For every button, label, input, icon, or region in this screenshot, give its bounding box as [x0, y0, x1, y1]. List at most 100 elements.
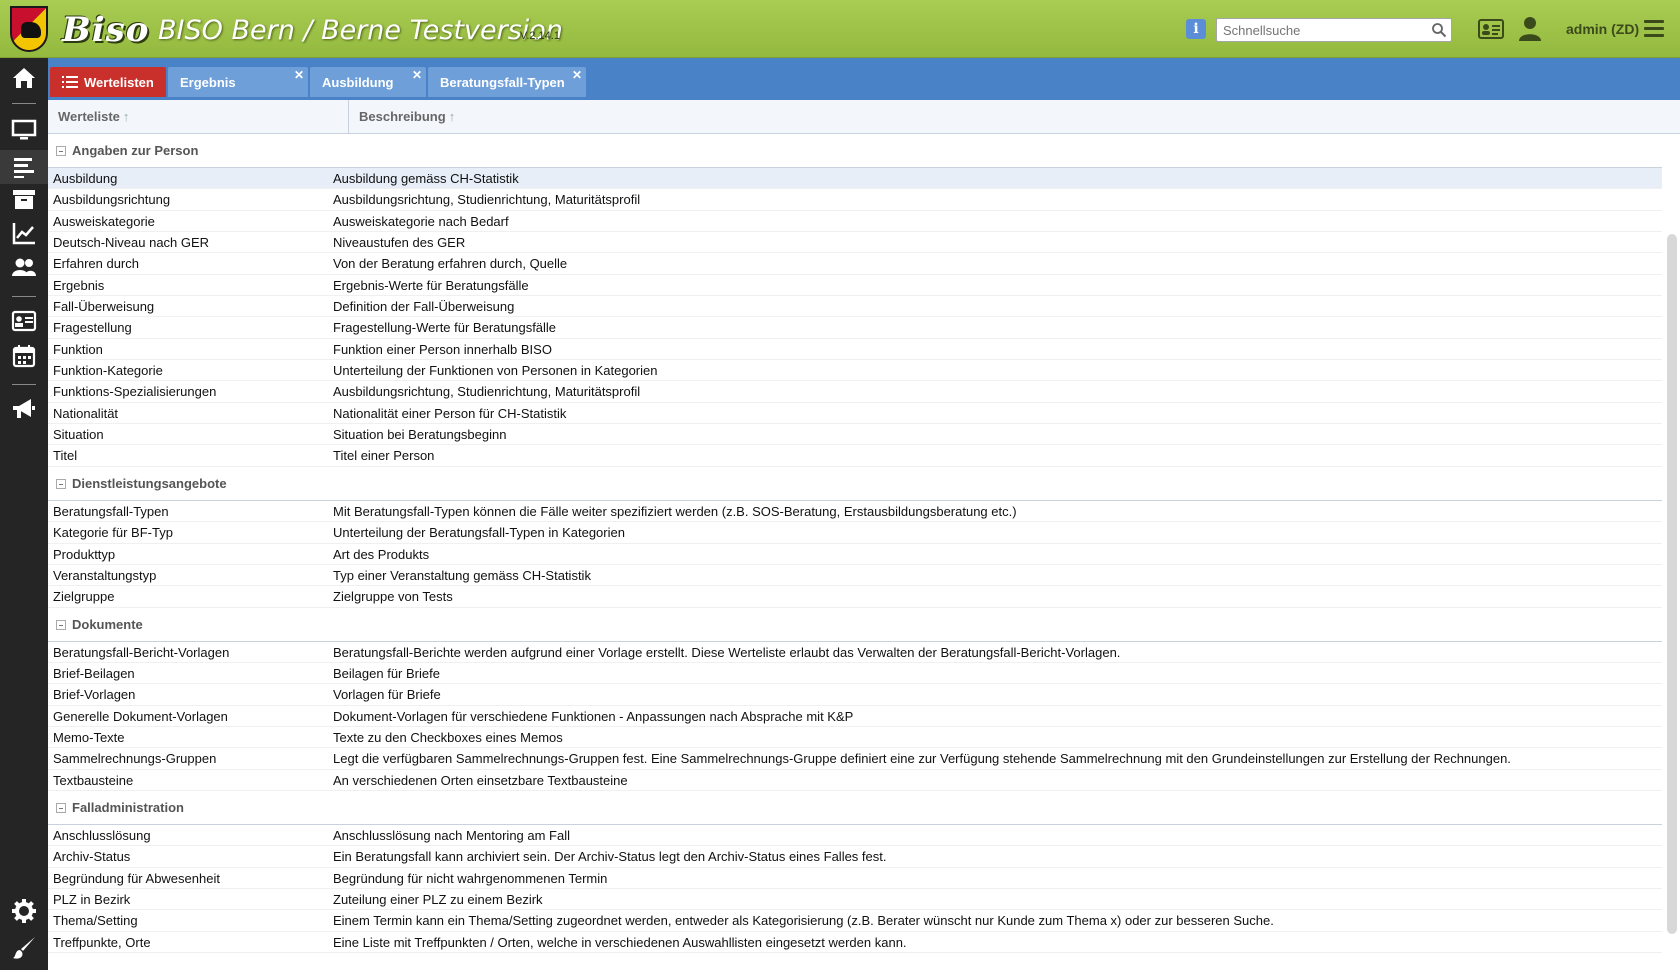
sidebar-item-settings[interactable] — [0, 894, 48, 928]
close-icon[interactable]: ✕ — [412, 68, 422, 82]
table-row[interactable]: Funktion Funktion einer Person innerhalb … — [48, 339, 1662, 361]
table-row[interactable]: Produkttyp Art des Produkts — [48, 544, 1662, 565]
table-row[interactable]: Treffpunkte, Orte Eine Liste mit Treffpun… — [48, 932, 1662, 953]
close-icon[interactable]: ✕ — [294, 68, 304, 82]
group-title: Dokumente — [72, 616, 143, 632]
grid-header: Werteliste ↑ Beschreibung ↑ — [48, 100, 1680, 134]
table-row[interactable]: Brief-Vorlagen Vorlagen für Briefe — [48, 684, 1662, 706]
table-row[interactable]: Ausweiskategorie Ausweiskategorie nach Be… — [48, 211, 1662, 233]
cell-werteliste: Produkttyp — [53, 546, 116, 562]
info-icon[interactable]: i — [1186, 19, 1206, 39]
table-row[interactable]: Sammelrechnungs-Gruppen Legt die verfügba… — [48, 748, 1662, 770]
archive-icon — [13, 190, 35, 209]
scrollbar[interactable] — [1667, 234, 1677, 934]
table-row[interactable]: Beratungsfall-Bericht-Vorlagen Beratungsf… — [48, 642, 1662, 663]
cell-beschreibung: Art des Produkts — [333, 546, 430, 562]
cell-werteliste: Kategorie für BF-Typ — [53, 525, 173, 541]
table-row[interactable]: PLZ in Bezirk Zuteilung einer PLZ zu eine… — [48, 889, 1662, 911]
table-row[interactable]: Funktions-Spezialisierungen Ausbildungsri… — [48, 381, 1662, 403]
cell-werteliste: PLZ in Bezirk — [53, 891, 131, 907]
sidebar-item-wertelisten[interactable] — [0, 150, 48, 184]
tab-ergebnis[interactable]: Ergebnis ✕ — [168, 67, 308, 97]
sidebar-item-desktop[interactable] — [0, 113, 48, 147]
group-header-row[interactable]: Falladministration — [48, 790, 1662, 825]
cell-werteliste: Generelle Dokument-Vorlagen — [53, 708, 228, 724]
table-row[interactable]: Ausbildung Ausbildung gemäss CH-Statistik — [48, 168, 1662, 190]
table-row[interactable]: Zielgruppe Zielgruppe von Tests — [48, 586, 1662, 608]
table-row[interactable]: Kategorie für BF-Typ Unterteilung der Ber… — [48, 522, 1662, 544]
group-header-row[interactable]: Angaben zur Person — [48, 134, 1662, 168]
quick-search[interactable] — [1216, 18, 1452, 42]
close-icon[interactable]: ✕ — [572, 68, 582, 82]
cell-werteliste: Titel — [53, 448, 78, 464]
table-row[interactable]: Fragestellung Fragestellung-Werte für Ber… — [48, 317, 1662, 339]
cell-beschreibung: Unterteilung der Beratungsfall-Typen in … — [333, 525, 625, 541]
table-row[interactable]: Generelle Dokument-Vorlagen Dokument-Vorl… — [48, 706, 1662, 727]
sidebar-item-announcements[interactable] — [0, 392, 48, 426]
table-row[interactable]: Textbausteine An verschiedenen Orten eins… — [48, 770, 1662, 791]
table-row[interactable]: Archiv-Status Ein Beratungsfall kann arch… — [48, 846, 1662, 868]
table-row[interactable]: Funktion-Kategorie Unterteilung der Funkt… — [48, 360, 1662, 382]
sidebar-item-design[interactable] — [0, 931, 48, 965]
cell-werteliste: Beratungsfall-Bericht-Vorlagen — [53, 644, 230, 660]
group-header-row[interactable]: Dienstleistungsangebote — [48, 466, 1662, 501]
table-row[interactable]: Deutsch-Niveau nach GER Niveaustufen des … — [48, 232, 1662, 254]
list-icon — [62, 76, 78, 88]
users-icon — [12, 258, 36, 276]
column-header-werteliste[interactable]: Werteliste ↑ — [48, 100, 348, 134]
table-row[interactable]: Thema/Setting Einem Termin kann ein Thema… — [48, 910, 1662, 932]
tab-label: Wertelisten — [84, 74, 154, 90]
cell-werteliste: Thema/Setting — [53, 913, 138, 929]
table-row[interactable]: Brief-Beilagen Beilagen für Briefe — [48, 663, 1662, 685]
table-row[interactable]: Anschlusslösung Anschlusslösung nach Ment… — [48, 825, 1662, 847]
table-row[interactable]: Ausbildungsrichtung Ausbildungsrichtung, … — [48, 189, 1662, 211]
sidebar-item-archive[interactable] — [0, 182, 48, 216]
collapse-icon[interactable] — [56, 146, 66, 156]
table-row[interactable]: Fall-Überweisung Definition der Fall-Über… — [48, 296, 1662, 318]
cell-beschreibung: Eine Liste mit Treffpunkten / Orten, wel… — [333, 934, 907, 950]
cell-werteliste: Brief-Vorlagen — [53, 687, 136, 703]
cell-werteliste: Fall-Überweisung — [53, 299, 155, 315]
user-label[interactable]: admin (ZD) — [1566, 21, 1639, 37]
table-row[interactable]: Veranstaltungstyp Typ einer Veranstaltung… — [48, 565, 1662, 587]
cell-werteliste: Ausbildung — [53, 171, 118, 186]
tab-beratungsfall-typen[interactable]: Beratungsfall-Typen ✕ — [428, 67, 586, 97]
cell-beschreibung: Situation bei Beratungsbeginn — [333, 427, 507, 443]
table-row[interactable]: Situation Situation bei Beratungsbeginn — [48, 424, 1662, 446]
table-row[interactable]: Memo-Texte Texte zu den Checkboxes eines … — [48, 727, 1662, 749]
cell-werteliste: Archiv-Status — [53, 849, 131, 865]
sidebar-item-calendar[interactable] — [0, 339, 48, 373]
cell-werteliste: Ergebnis — [53, 277, 105, 293]
cell-beschreibung: Unterteilung der Funktionen von Personen… — [333, 363, 658, 379]
cell-werteliste: Memo-Texte — [53, 729, 125, 745]
cell-werteliste: Begründung für Abwesenheit — [53, 870, 220, 886]
table-row[interactable]: Erfahren durch Von der Beratung erfahren … — [48, 253, 1662, 275]
column-header-beschreibung[interactable]: Beschreibung ↑ — [349, 100, 1249, 134]
tab-ausbildung[interactable]: Ausbildung ✕ — [310, 67, 426, 97]
collapse-icon[interactable] — [56, 619, 66, 630]
table-row[interactable]: Titel Titel einer Person — [48, 445, 1662, 467]
collapse-icon[interactable] — [56, 802, 66, 813]
sidebar-item-statistics[interactable] — [0, 216, 48, 250]
hamburger-menu-icon[interactable] — [1644, 19, 1664, 37]
user-icon[interactable] — [1518, 16, 1542, 42]
contact-card-icon[interactable] — [1478, 18, 1504, 40]
table-row[interactable]: Begründung für Abwesenheit Begründung für… — [48, 868, 1662, 889]
cell-werteliste: Erfahren durch — [53, 256, 139, 272]
search-input[interactable] — [1217, 19, 1417, 41]
cell-werteliste: Ausweiskategorie — [53, 213, 155, 229]
cell-werteliste: Funktions-Spezialisierungen — [53, 384, 217, 400]
sidebar-item-persons[interactable] — [0, 250, 48, 284]
group-title: Falladministration — [72, 799, 184, 815]
tab-wertelisten[interactable]: Wertelisten — [50, 67, 166, 97]
table-row[interactable]: Ergebnis Ergebnis-Werte für Beratungsfäll… — [48, 275, 1662, 297]
table-row[interactable]: Beratungsfall-Typen Mit Beratungsfall-Typ… — [48, 501, 1662, 523]
group-header-row[interactable]: Dokumente — [48, 607, 1662, 642]
sidebar-item-contacts[interactable] — [0, 304, 48, 338]
sidebar-item-home[interactable] — [0, 61, 48, 95]
cell-beschreibung: Begründung für nicht wahrgenommenen Term… — [333, 870, 608, 886]
collapse-icon[interactable] — [56, 478, 66, 489]
table-row[interactable]: Nationalität Nationalität einer Person fü… — [48, 403, 1662, 425]
search-icon[interactable] — [1431, 22, 1447, 38]
app-header: Biso BISO Bern / Berne Testversion V.2.1… — [0, 0, 1680, 58]
